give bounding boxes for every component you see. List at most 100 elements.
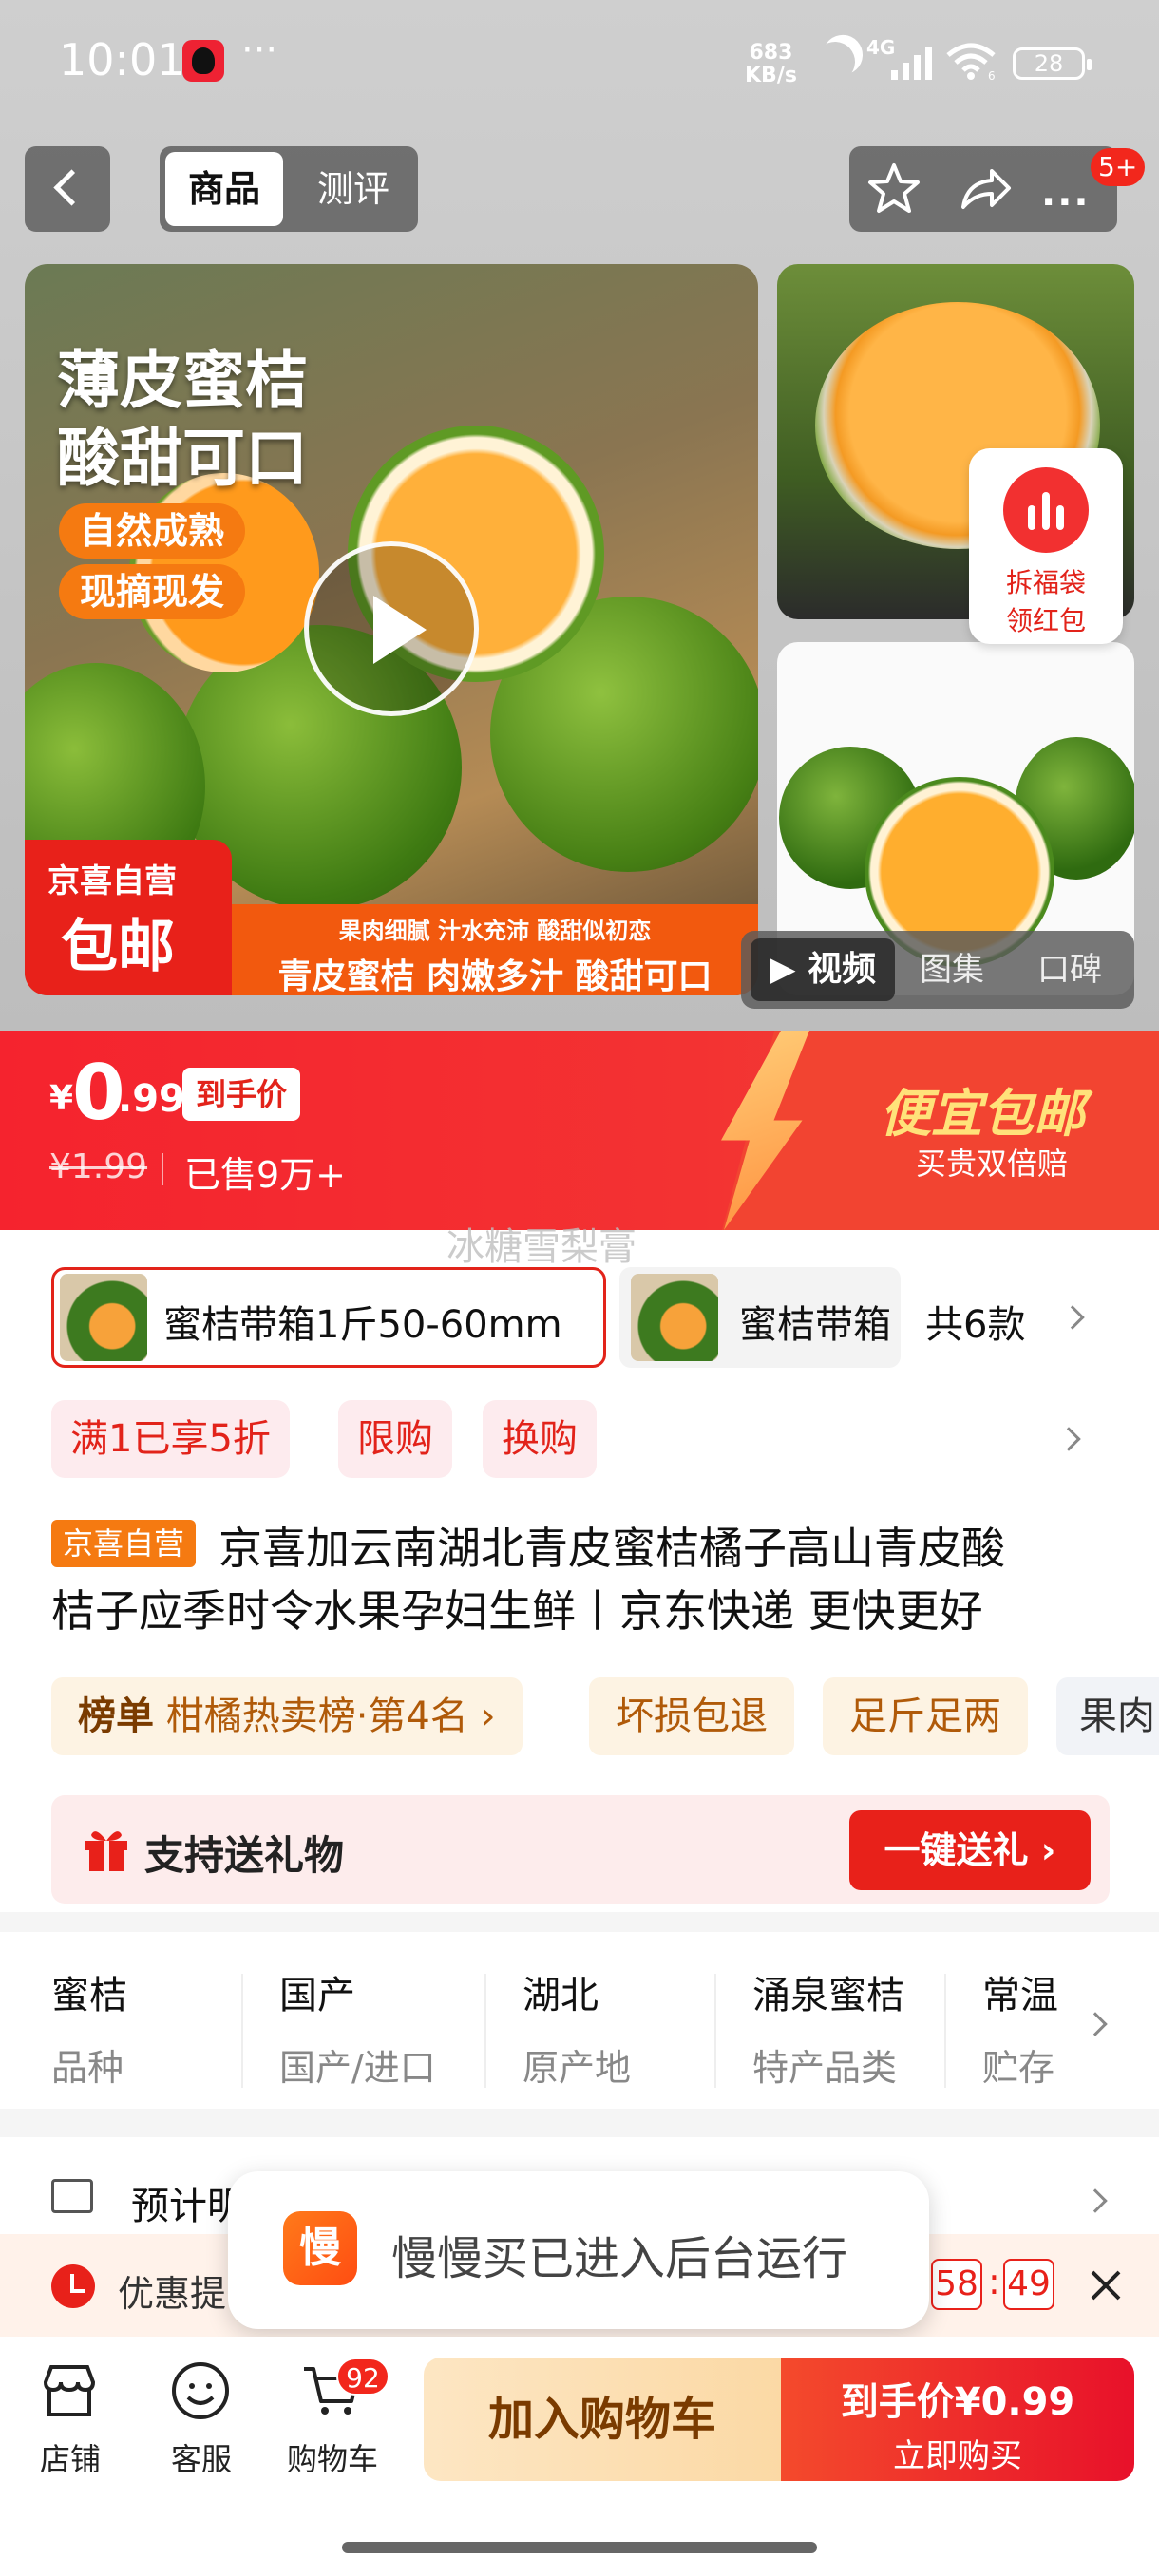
product-title-line-1: 京喜加云南湖北青皮蜜桔橘子高山青皮酸 [218, 1523, 1005, 1574]
message-badge: 5+ [1091, 148, 1146, 186]
media-tab-video-label: 视频 [808, 950, 877, 989]
attr-value: 涌泉蜜桔 [752, 1974, 904, 2017]
sku-thumbnail [60, 1274, 147, 1361]
ranking-chip[interactable]: 榜单 柑橘热卖榜·第4名 › [51, 1677, 522, 1755]
lucky-bag-text-2: 领红包 [1005, 605, 1086, 636]
play-video-icon[interactable] [304, 541, 479, 716]
chevron-right-icon: › [480, 1695, 496, 1738]
caption-line-2: 青皮蜜桔 肉嫩多汁 酸甜可口 [277, 957, 712, 996]
caption-line-1: 果肉细腻 汁水充沛 酸甜似初恋 [338, 918, 652, 944]
gift-icon [86, 1831, 127, 1871]
add-to-cart-button[interactable]: 加入购物车 [424, 2358, 781, 2481]
attr-key: 国产/进口 [279, 2047, 436, 2089]
countdown-colon: : [988, 2261, 1000, 2302]
qq-app-icon [182, 40, 224, 82]
sold-count: 已售9万+ [184, 1154, 347, 1196]
price-currency: ¥ [49, 1079, 74, 1118]
attr-divider [714, 1974, 716, 2088]
battery-icon: 28 [1013, 47, 1092, 80]
net-speed-value: 683 [749, 41, 793, 65]
close-icon[interactable] [1087, 2266, 1125, 2304]
headline-line-2: 酸甜可口 [57, 422, 308, 495]
promo-tag-limit[interactable]: 限购 [338, 1400, 452, 1478]
watermark-text: 冰糖雪梨膏 [446, 1225, 636, 1269]
cart-count-badge: 92 [336, 2358, 390, 2396]
status-time: 10:01 [59, 34, 185, 85]
store-icon[interactable] [38, 2359, 101, 2422]
original-price: ¥1.99 [49, 1147, 148, 1186]
share-icon[interactable] [956, 160, 1015, 218]
headline-line-1: 薄皮蜜桔 [57, 344, 308, 417]
attr-value: 湖北 [522, 1974, 598, 2017]
store-label[interactable]: 店铺 [13, 2435, 127, 2479]
status-more-icon: ··· [241, 28, 278, 72]
buy-now-button[interactable]: 到手价¥0.99 立即购买 [781, 2358, 1134, 2481]
promo-title: 便宜包邮 [880, 1084, 1085, 1144]
countdown-minutes: 58 [931, 2259, 982, 2310]
attr-key: 特产品类 [752, 2047, 898, 2089]
attr-value: 国产 [279, 1974, 355, 2017]
lucky-bag-icon[interactable] [1003, 467, 1089, 553]
delivery-truck-icon [51, 2179, 93, 2213]
customer-service-icon[interactable] [169, 2359, 232, 2422]
attr-divider [944, 1974, 946, 2088]
promo-subtitle: 买贵双倍赔 [916, 1146, 1069, 1182]
sku-count[interactable]: 共6款 [925, 1294, 1025, 1349]
coupon-reminder-text: 优惠提 [118, 2273, 227, 2315]
media-tab-reviews[interactable]: 口碑 [1037, 938, 1102, 1001]
more-menu-icon[interactable]: ··· [1041, 180, 1091, 224]
ranking-label: 榜单 [78, 1695, 154, 1738]
ranking-text: 柑橘热卖榜·第4名 [165, 1695, 468, 1738]
image-pill-ripe: 自然成熟 [59, 503, 246, 559]
gift-support-text: 支持送礼物 [144, 1832, 345, 1879]
chip-full-weight[interactable]: 足斤足两 [823, 1677, 1028, 1755]
attr-value: 蜜桔 [51, 1974, 127, 2017]
tab-product[interactable]: 商品 [165, 152, 283, 226]
status-bar: 10:01 ··· 683 KB/s 4G 6 28 [0, 0, 1159, 133]
home-indicator[interactable] [342, 2542, 817, 2553]
net-speed-unit: KB/s [745, 64, 797, 87]
send-gift-button[interactable]: 一键送礼 › [849, 1810, 1091, 1890]
countdown-seconds: 49 [1003, 2259, 1054, 2310]
self-operated-label: 京喜自营 [48, 862, 177, 900]
sku-thumbnail [631, 1274, 718, 1361]
attr-divider [241, 1974, 243, 2088]
promo-tag-exchange[interactable]: 换购 [483, 1400, 597, 1478]
clock-icon [51, 2264, 95, 2308]
sku-selected-label: 蜜桔带箱1斤50-60mm [163, 1303, 562, 1347]
attr-key: 品种 [51, 2047, 124, 2089]
chip-flesh[interactable]: 果肉 [1056, 1677, 1159, 1755]
chip-damage-refund[interactable]: 坏损包退 [589, 1677, 794, 1755]
play-small-icon: ▶ [769, 950, 796, 989]
image-headline: 薄皮蜜桔 酸甜可口 [57, 342, 308, 498]
favorite-star-icon[interactable] [864, 160, 923, 218]
tab-review[interactable]: 测评 [296, 152, 410, 226]
final-price-tag: 到手价 [182, 1068, 301, 1121]
cart-label[interactable]: 购物车 [276, 2435, 390, 2479]
media-tab-gallery[interactable]: 图集 [920, 938, 984, 1001]
image-pill-fresh: 现摘现发 [59, 564, 246, 619]
attr-key: 贮存 [982, 2047, 1055, 2089]
attr-value: 常温 [982, 1974, 1058, 2017]
media-tab-video[interactable]: ▶ 视频 [750, 938, 895, 1001]
free-shipping-label: 包邮 [61, 914, 175, 980]
self-operated-tag: 京喜自营 [51, 1520, 197, 1567]
lucky-bag-text-1: 拆福袋 [1005, 567, 1086, 598]
moon-icon [809, 36, 861, 87]
price-decimal: .99 [118, 1077, 185, 1121]
product-title-line-2: 桔子应季时令水果孕妇生鲜丨京东快递 更快更好 [51, 1585, 983, 1637]
price-divider [162, 1153, 163, 1185]
image-caption-strip: 果肉细腻 汁水充沛 酸甜似初恋 青皮蜜桔 肉嫩多汁 酸甜可口 [232, 904, 758, 996]
toast-message: 慢慢买已进入后台运行 [391, 2232, 848, 2285]
signal-icon [891, 46, 935, 80]
sku-other-label: 蜜桔带箱 [739, 1303, 891, 1347]
promo-tag-discount[interactable]: 满1已享5折 [51, 1400, 290, 1478]
wifi-icon: 6 [946, 43, 996, 80]
back-button[interactable] [25, 146, 110, 232]
wifi-number: 6 [988, 69, 996, 80]
buy-now-price: 到手价¥0.99 [840, 2380, 1075, 2424]
service-label[interactable]: 客服 [144, 2435, 258, 2479]
manmanmai-app-icon: 慢 [283, 2211, 357, 2285]
buy-now-label: 立即购买 [893, 2437, 1022, 2475]
net-speed: 683 KB/s [745, 42, 797, 87]
